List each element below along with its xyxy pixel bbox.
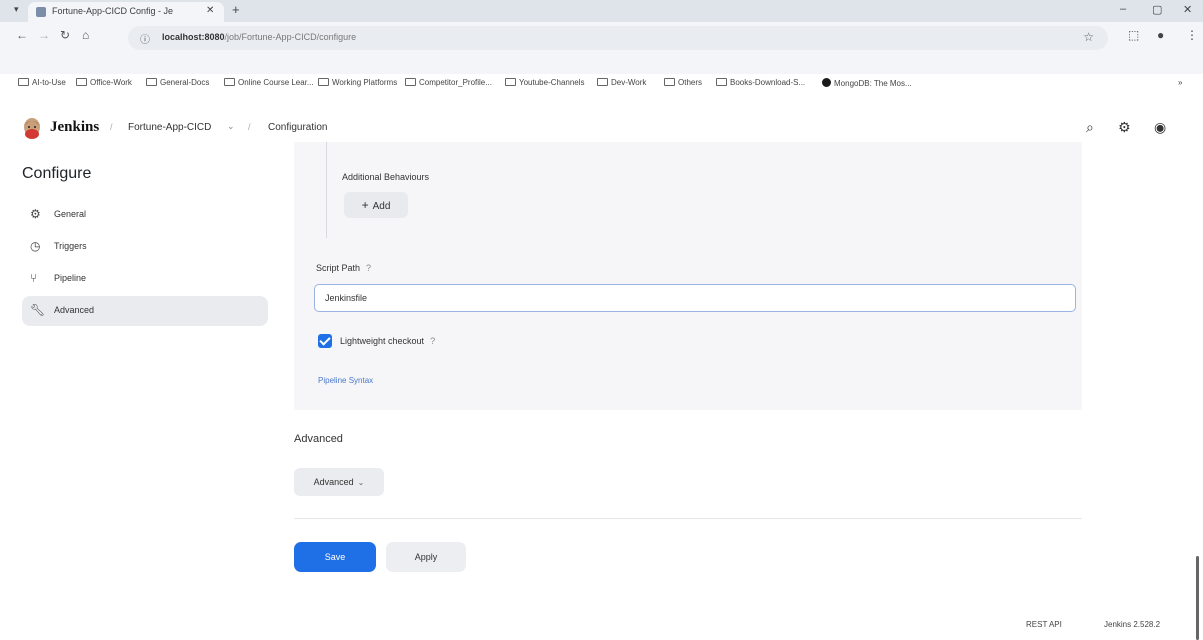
browser-tab-strip: ▾ Fortune-App-CICD Config - Je ✕ + – ▢ ✕: [0, 0, 1203, 22]
breadcrumb-separator: /: [248, 122, 251, 132]
folder-icon: [505, 78, 516, 86]
sidebar-item-triggers[interactable]: ◷ Triggers: [22, 232, 268, 262]
tab-close-icon[interactable]: ✕: [206, 5, 214, 16]
search-icon[interactable]: ⌕: [1086, 119, 1094, 136]
forward-icon[interactable]: →: [38, 28, 50, 42]
bookmark-folder[interactable]: General-Docs: [146, 78, 209, 87]
bookmark-folder[interactable]: Dev-Work: [597, 78, 646, 87]
script-path-label: Script Path?: [316, 263, 372, 273]
wrench-icon: 🔧︎: [30, 303, 46, 317]
url-host: localhost:8080: [162, 32, 225, 42]
manage-jenkins-icon[interactable]: ⚙: [1118, 119, 1131, 136]
lightweight-checkout-checkbox[interactable]: [318, 334, 332, 348]
bookmarks-bar: AI-to-Use Office-Work General-Docs Onlin…: [0, 72, 1203, 96]
sidebar-item-label: General: [54, 209, 87, 219]
section-divider: [294, 518, 1082, 519]
sidebar-item-pipeline[interactable]: ⑂ Pipeline: [22, 264, 268, 294]
apply-button[interactable]: Apply: [386, 542, 466, 572]
bookmark-folder[interactable]: AI-to-Use: [18, 78, 66, 87]
script-path-input[interactable]: [314, 284, 1076, 312]
new-tab-icon[interactable]: +: [232, 2, 240, 17]
advanced-toggle-button[interactable]: Advanced ⌄: [294, 468, 384, 496]
folder-icon: [716, 78, 727, 86]
site-info-icon[interactable]: ⓘ: [140, 31, 150, 46]
page-scrollbar[interactable]: [1196, 556, 1199, 640]
jenkins-logo-icon[interactable]: [22, 117, 42, 139]
help-icon[interactable]: ?: [430, 336, 435, 346]
folder-icon: [597, 78, 608, 86]
jenkins-home-link[interactable]: Jenkins: [50, 119, 99, 136]
breadcrumb-job[interactable]: Fortune-App-CICD: [128, 122, 211, 133]
bookmark-folder[interactable]: Online Course Lear...: [224, 78, 314, 87]
breadcrumb-configuration: Configuration: [268, 122, 328, 133]
plus-icon: +: [361, 198, 369, 212]
save-button[interactable]: Save: [294, 542, 376, 572]
additional-behaviours-label: Additional Behaviours: [342, 172, 430, 182]
sidebar-item-advanced[interactable]: 🔧︎ Advanced: [22, 296, 268, 326]
bookmark-folder[interactable]: Others: [664, 78, 702, 87]
browser-toolbar: ← → ↻ ⌂ ⓘ localhost:8080/job/Fortune-App…: [0, 22, 1203, 88]
advanced-section-title: Advanced: [294, 433, 343, 445]
breadcrumb-separator: /: [110, 122, 113, 132]
page-title: Configure: [22, 165, 92, 182]
sidebar-item-label: Pipeline: [54, 273, 87, 283]
reload-icon[interactable]: ↻: [60, 28, 70, 42]
jenkins-favicon-icon: [36, 7, 46, 17]
extensions-icon[interactable]: ⬚: [1128, 28, 1139, 42]
back-icon[interactable]: ←: [16, 28, 28, 42]
rest-api-link[interactable]: REST API: [1026, 620, 1062, 629]
breadcrumb-chevron-down-icon[interactable]: ⌄: [227, 121, 235, 132]
folder-icon: [18, 78, 29, 86]
folder-icon: [405, 78, 416, 86]
bookmark-folder[interactable]: Office-Work: [76, 78, 132, 87]
sidebar-item-general[interactable]: ⚙ General: [22, 200, 268, 230]
profile-icon[interactable]: ●: [1157, 28, 1164, 42]
additional-behaviours-container: [326, 142, 1082, 238]
home-icon[interactable]: ⌂: [82, 28, 89, 42]
mongodb-leaf-icon: [822, 78, 831, 87]
pipeline-syntax-link[interactable]: Pipeline Syntax: [318, 376, 373, 385]
bookmark-folder[interactable]: Books-Download-S...: [716, 78, 805, 87]
sidebar-item-label: Advanced: [54, 305, 95, 315]
sidebar-item-label: Triggers: [54, 241, 87, 251]
more-bookmarks-icon[interactable]: »: [1178, 78, 1182, 87]
window-close-icon[interactable]: ✕: [1183, 3, 1192, 16]
add-behaviour-button[interactable]: + Add: [344, 192, 408, 218]
jenkins-header: Jenkins / Fortune-App-CICD ⌄ / Configura…: [0, 116, 1203, 142]
url-path: /job/Fortune-App-CICD/configure: [224, 32, 357, 42]
folder-icon: [224, 78, 235, 86]
folder-icon: [146, 78, 157, 86]
browser-tab[interactable]: Fortune-App-CICD Config - Je ✕: [28, 2, 224, 22]
clock-icon: ◷: [30, 239, 41, 253]
browser-menu-icon[interactable]: ⋮: [1186, 28, 1198, 42]
maximize-icon[interactable]: ▢: [1152, 3, 1162, 16]
address-bar[interactable]: ⓘ localhost:8080/job/Fortune-App-CICD/co…: [128, 26, 1108, 50]
bookmark-star-icon[interactable]: ☆: [1083, 30, 1094, 44]
lightweight-checkout-label: Lightweight checkout?: [340, 336, 436, 346]
bookmark-folder[interactable]: Working Platforms: [318, 78, 397, 87]
tab-search-icon[interactable]: ▾: [14, 4, 19, 15]
minimize-icon[interactable]: –: [1120, 3, 1126, 15]
folder-icon: [664, 78, 675, 86]
user-account-icon[interactable]: ◉: [1154, 119, 1166, 136]
tab-title: Fortune-App-CICD Config - Je: [52, 6, 174, 16]
bookmark-folder[interactable]: Youtube-Channels: [505, 78, 585, 87]
pipeline-icon: ⑂: [30, 271, 38, 285]
jenkins-version-link[interactable]: Jenkins 2.528.2: [1104, 620, 1160, 629]
folder-icon: [318, 78, 329, 86]
help-icon[interactable]: ?: [366, 263, 371, 273]
bookmark-folder[interactable]: Competitor_Profile...: [405, 78, 492, 87]
chevron-down-icon: ⌄: [357, 478, 365, 487]
address-url: localhost:8080/job/Fortune-App-CICD/conf…: [162, 32, 356, 42]
bookmark-link[interactable]: MongoDB: The Mos...: [822, 78, 912, 88]
folder-icon: [76, 78, 87, 86]
gear-icon: ⚙: [30, 207, 41, 221]
